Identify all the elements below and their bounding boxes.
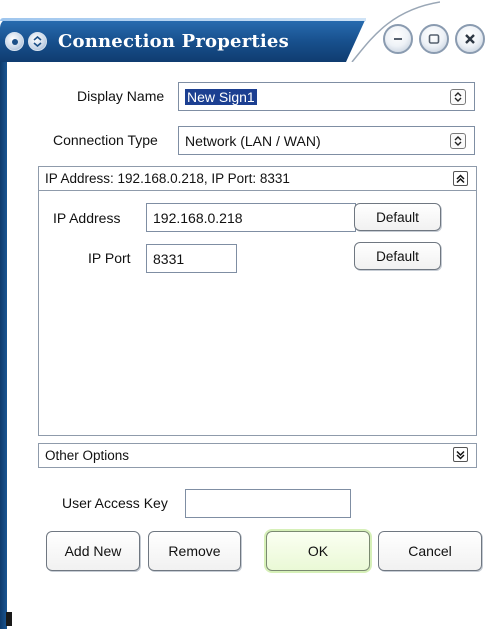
ip-address-label: IP Address bbox=[53, 210, 121, 226]
ip-address-default-button[interactable]: Default bbox=[354, 203, 441, 231]
ok-button[interactable]: OK bbox=[266, 531, 370, 571]
maximize-button[interactable] bbox=[419, 24, 449, 54]
user-access-key-input[interactable] bbox=[185, 489, 351, 518]
ip-address-input[interactable]: 192.168.0.218 bbox=[146, 203, 356, 232]
connection-type-label: Connection Type bbox=[53, 132, 158, 148]
window-menu-chevron-icon[interactable] bbox=[28, 32, 47, 51]
ip-port-default-button[interactable]: Default bbox=[354, 242, 441, 270]
cancel-button[interactable]: Cancel bbox=[378, 531, 482, 571]
ip-group-header[interactable]: IP Address: 192.168.0.218, IP Port: 8331 bbox=[39, 167, 476, 191]
title-bar[interactable]: Connection Properties bbox=[0, 0, 493, 62]
other-options-group: Other Options bbox=[38, 443, 477, 468]
ip-port-input[interactable]: 8331 bbox=[146, 244, 237, 273]
user-access-key-label: User Access Key bbox=[62, 495, 168, 511]
maximize-icon bbox=[428, 34, 440, 44]
minimize-icon bbox=[394, 38, 402, 40]
close-button[interactable] bbox=[455, 24, 485, 54]
display-name-label: Display Name bbox=[77, 88, 165, 104]
connection-type-combo[interactable]: Network (LAN / WAN) bbox=[178, 126, 475, 155]
remove-button[interactable]: Remove bbox=[148, 531, 241, 571]
minimize-button[interactable] bbox=[383, 24, 413, 54]
double-chevron-down-icon[interactable] bbox=[453, 447, 468, 462]
system-menu-icon[interactable] bbox=[5, 32, 24, 51]
other-options-header-text: Other Options bbox=[45, 448, 130, 463]
ip-port-label: IP Port bbox=[88, 250, 131, 266]
add-new-button[interactable]: Add New bbox=[46, 531, 140, 571]
connection-type-value: Network (LAN / WAN) bbox=[185, 132, 321, 149]
display-name-value[interactable]: New Sign1 bbox=[185, 88, 257, 105]
ip-group-header-text: IP Address: 192.168.0.218, IP Port: 8331 bbox=[45, 171, 290, 186]
other-options-header[interactable]: Other Options bbox=[39, 444, 476, 467]
chevron-up-down-icon[interactable] bbox=[450, 132, 466, 149]
display-name-combo[interactable]: New Sign1 bbox=[178, 82, 475, 111]
chevron-up-down-icon[interactable] bbox=[450, 88, 466, 105]
double-chevron-up-icon[interactable] bbox=[453, 171, 468, 186]
window-title: Connection Properties bbox=[58, 31, 289, 52]
title-bar-curve bbox=[351, 1, 440, 62]
resize-corner-mark bbox=[6, 612, 12, 626]
close-icon bbox=[465, 34, 475, 44]
